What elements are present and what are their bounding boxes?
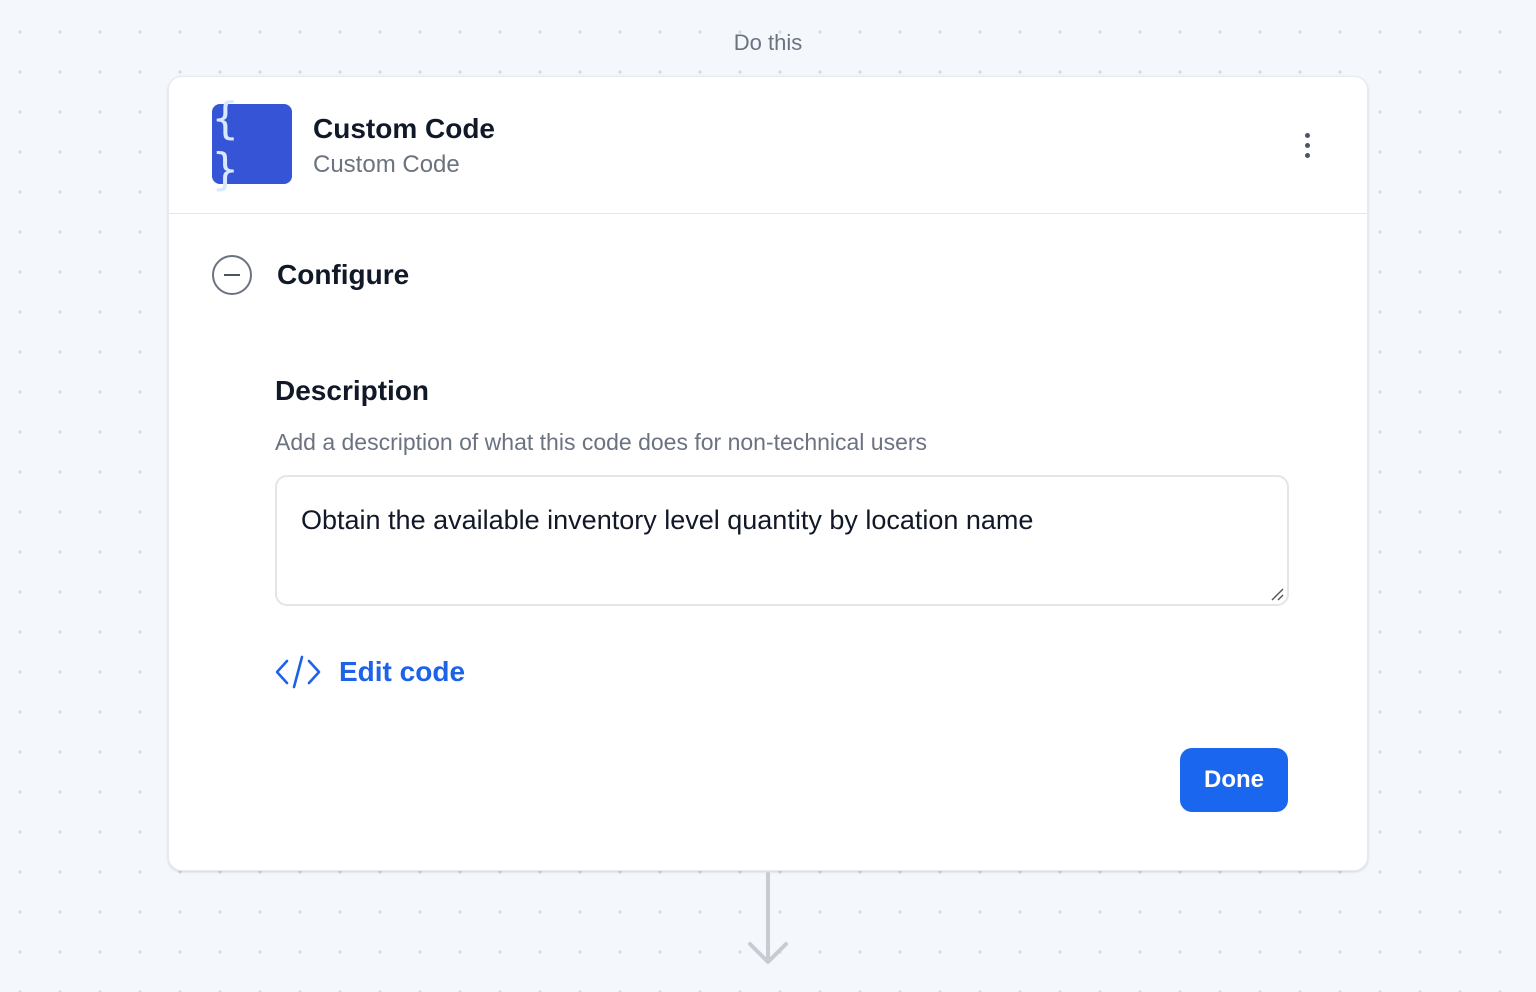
configure-section-title[interactable]: Configure xyxy=(277,259,409,291)
description-help-text: Add a description of what this code does… xyxy=(275,429,928,455)
code-icon xyxy=(275,655,321,689)
description-label: Description xyxy=(275,375,430,406)
description-value: Obtain the available inventory level qua… xyxy=(301,505,1034,535)
curly-braces-icon: { } xyxy=(212,93,292,195)
step-card-header[interactable]: { } Custom Code Custom Code xyxy=(169,77,1367,214)
done-button[interactable]: Done xyxy=(1180,748,1288,812)
edit-code-label: Edit code xyxy=(339,656,466,687)
kebab-menu-icon[interactable] xyxy=(1293,127,1321,163)
edit-code-link[interactable]: Edit code xyxy=(275,652,465,692)
collapse-minus-icon[interactable] xyxy=(212,255,252,295)
description-textarea[interactable]: Obtain the available inventory level qua… xyxy=(275,475,1289,606)
step-card: { } Custom Code Custom Code Configure De… xyxy=(168,76,1368,871)
step-title: Custom Code xyxy=(313,113,495,144)
step-subtitle: Custom Code xyxy=(313,151,460,178)
down-arrow-icon xyxy=(748,872,788,964)
step-label: Do this xyxy=(733,30,803,55)
resize-handle-icon[interactable] xyxy=(1270,587,1284,601)
